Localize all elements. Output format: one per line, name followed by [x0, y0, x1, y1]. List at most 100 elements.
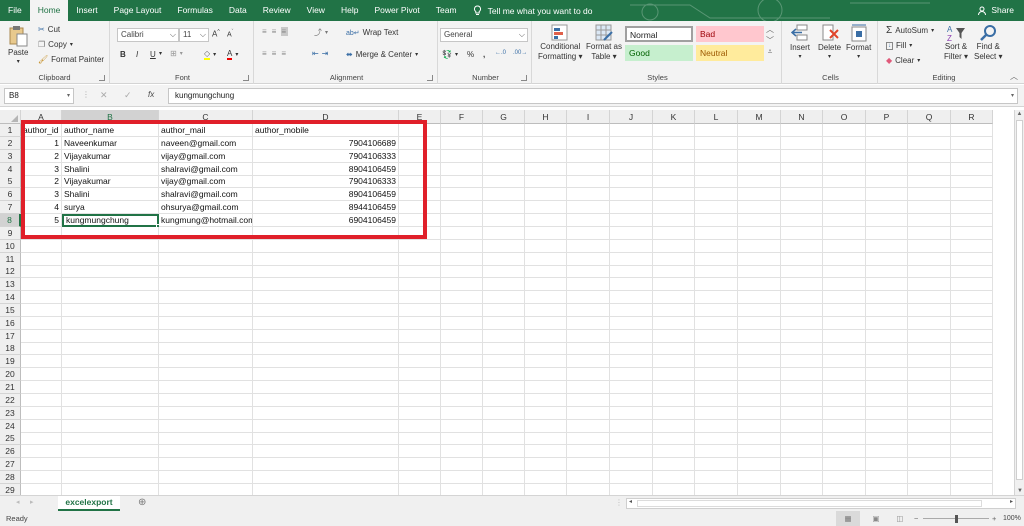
empty-cell[interactable] — [823, 278, 866, 292]
underline-button[interactable]: U — [150, 50, 156, 59]
empty-cell[interactable] — [21, 458, 62, 472]
row-header[interactable]: 7 — [0, 201, 21, 215]
empty-cell[interactable] — [610, 445, 653, 459]
empty-cell[interactable] — [159, 432, 253, 446]
empty-cell[interactable] — [610, 470, 653, 484]
empty-cell[interactable] — [653, 483, 695, 495]
confirm-entry-button[interactable]: ✓ — [124, 90, 132, 101]
empty-cell[interactable] — [399, 432, 441, 446]
empty-cell[interactable] — [738, 226, 781, 240]
empty-cell[interactable] — [567, 432, 610, 446]
empty-cell[interactable] — [908, 329, 951, 343]
wrap-text-button[interactable]: ab↵ Wrap Text — [346, 28, 398, 37]
empty-cell[interactable] — [399, 329, 441, 343]
data-cell[interactable]: shalravi@gmail.com — [159, 188, 253, 202]
empty-cell[interactable] — [253, 432, 399, 446]
data-cell[interactable]: 7904106333 — [253, 175, 399, 189]
empty-cell[interactable] — [159, 329, 253, 343]
empty-cell[interactable] — [62, 342, 159, 356]
empty-cell[interactable] — [866, 342, 908, 356]
empty-cell[interactable] — [866, 458, 908, 472]
empty-cell[interactable] — [951, 278, 993, 292]
empty-cell[interactable] — [610, 406, 653, 420]
empty-cell[interactable] — [62, 483, 159, 495]
empty-cell[interactable] — [738, 291, 781, 305]
empty-cell[interactable] — [653, 470, 695, 484]
conditional-formatting-button[interactable]: Conditional Formatting ▾ — [538, 24, 582, 62]
empty-cell[interactable] — [441, 201, 483, 215]
empty-cell[interactable] — [399, 239, 441, 253]
tab-file[interactable]: File — [0, 0, 30, 21]
tab-review[interactable]: Review — [255, 0, 299, 21]
data-cell[interactable]: vijay@gmail.com — [159, 175, 253, 189]
cut-button[interactable]: ✂ Cut — [38, 25, 60, 34]
empty-cell[interactable] — [951, 329, 993, 343]
empty-cell[interactable] — [21, 239, 62, 253]
empty-cell[interactable] — [866, 368, 908, 382]
insert-cells-button[interactable]: Insert ▾ — [790, 24, 810, 60]
empty-cell[interactable] — [399, 124, 441, 137]
empty-cell[interactable] — [908, 162, 951, 176]
empty-cell[interactable] — [908, 201, 951, 215]
empty-cell[interactable] — [62, 265, 159, 279]
empty-cell[interactable] — [159, 265, 253, 279]
empty-cell[interactable] — [525, 445, 567, 459]
empty-cell[interactable] — [781, 188, 823, 202]
empty-cell[interactable] — [441, 239, 483, 253]
empty-cell[interactable] — [567, 265, 610, 279]
empty-cell[interactable] — [823, 316, 866, 330]
empty-cell[interactable] — [253, 252, 399, 266]
empty-cell[interactable] — [21, 368, 62, 382]
data-cell[interactable]: 8904106459 — [253, 188, 399, 202]
data-cell[interactable]: kungmungchung — [62, 213, 160, 228]
empty-cell[interactable] — [823, 149, 866, 163]
empty-cell[interactable] — [695, 393, 738, 407]
empty-cell[interactable] — [695, 124, 738, 137]
prev-sheet-button[interactable]: ◂ — [16, 498, 20, 506]
header-cell[interactable]: author_name — [62, 124, 159, 137]
empty-cell[interactable] — [695, 355, 738, 369]
empty-cell[interactable] — [823, 252, 866, 266]
empty-cell[interactable] — [653, 149, 695, 163]
empty-cell[interactable] — [695, 175, 738, 189]
empty-cell[interactable] — [653, 226, 695, 240]
empty-cell[interactable] — [653, 458, 695, 472]
empty-cell[interactable] — [908, 381, 951, 394]
empty-cell[interactable] — [399, 393, 441, 407]
empty-cell[interactable] — [525, 316, 567, 330]
row-header[interactable]: 8 — [0, 213, 21, 227]
empty-cell[interactable] — [951, 175, 993, 189]
empty-cell[interactable] — [21, 419, 62, 433]
empty-cell[interactable] — [567, 406, 610, 420]
empty-cell[interactable] — [908, 355, 951, 369]
tell-me-search[interactable]: Tell me what you want to do — [465, 5, 601, 16]
empty-cell[interactable] — [21, 342, 62, 356]
tab-power-pivot[interactable]: Power Pivot — [366, 0, 427, 21]
empty-cell[interactable] — [781, 483, 823, 495]
empty-cell[interactable] — [610, 265, 653, 279]
column-header-i[interactable]: I — [567, 110, 610, 124]
empty-cell[interactable] — [738, 329, 781, 343]
empty-cell[interactable] — [62, 355, 159, 369]
empty-cell[interactable] — [159, 252, 253, 266]
empty-cell[interactable] — [253, 329, 399, 343]
empty-cell[interactable] — [567, 149, 610, 163]
column-header-o[interactable]: O — [823, 110, 866, 124]
empty-cell[interactable] — [951, 239, 993, 253]
empty-cell[interactable] — [567, 470, 610, 484]
empty-cell[interactable] — [695, 188, 738, 202]
data-cell[interactable]: Vijayakumar — [62, 149, 159, 163]
font-name-select[interactable]: Calibri ⌵ — [117, 28, 179, 42]
empty-cell[interactable] — [62, 419, 159, 433]
empty-cell[interactable] — [399, 342, 441, 356]
row-header[interactable]: 4 — [0, 162, 21, 176]
empty-cell[interactable] — [695, 213, 738, 227]
column-header-n[interactable]: N — [781, 110, 823, 124]
row-header[interactable]: 20 — [0, 368, 21, 382]
empty-cell[interactable] — [62, 470, 159, 484]
data-cell[interactable]: 3 — [21, 162, 62, 176]
empty-cell[interactable] — [781, 201, 823, 215]
empty-cell[interactable] — [738, 316, 781, 330]
empty-cell[interactable] — [823, 201, 866, 215]
empty-cell[interactable] — [483, 278, 525, 292]
